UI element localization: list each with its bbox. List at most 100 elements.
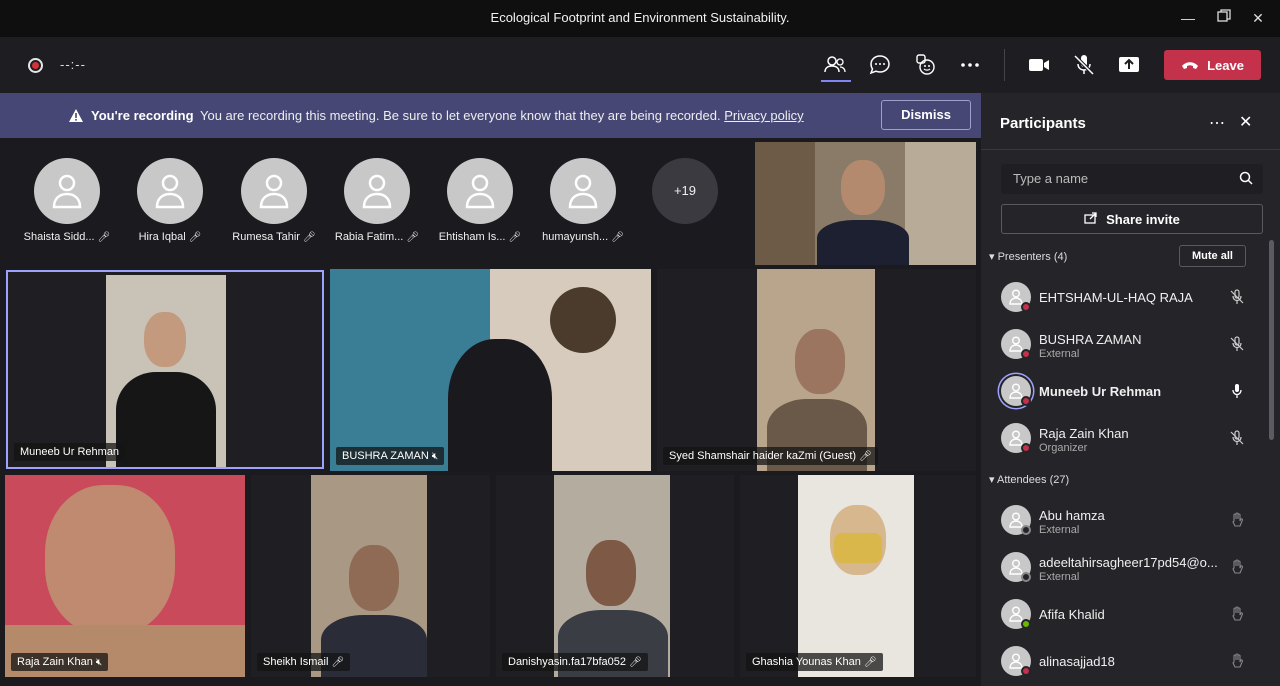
participant-role: External [1039, 524, 1080, 536]
participant-name: BUSHRA ZAMAN [1039, 332, 1142, 347]
video-tile[interactable]: Danishyasin.fa17bfa052 🎤︎ [496, 475, 734, 677]
video-person-body [116, 372, 216, 467]
panel-more-icon[interactable]: ⋯ [1209, 113, 1225, 133]
share-invite-button[interactable]: Share invite [1001, 204, 1263, 234]
meeting-toolbar: --:-- Leave [0, 37, 1280, 93]
window-title: Ecological Footprint and Environment Sus… [490, 10, 790, 25]
more-participants-button[interactable]: +19 [652, 158, 718, 224]
video-person [349, 545, 399, 611]
reactions-icon[interactable] [912, 52, 938, 78]
tile-name: BUSHRA ZAMAN 🔇︎ [336, 447, 445, 465]
recording-banner: You're recording You are recording this … [0, 93, 981, 138]
video-background [755, 142, 815, 265]
video-person [448, 339, 552, 471]
avatar-tile[interactable]: humayunsh... 🎤︎ [533, 158, 633, 248]
available-status-icon [1021, 619, 1031, 629]
tile-name: Sheikh Ismail 🎤︎ [257, 653, 351, 671]
panel-close-icon[interactable]: ✕ [1239, 112, 1252, 132]
minimize-icon[interactable]: — [1178, 8, 1198, 28]
hand-icon[interactable] [1229, 606, 1245, 627]
toolbar-divider [1004, 49, 1005, 81]
hand-icon[interactable] [1229, 512, 1245, 533]
mic-icon: 🎤︎ [611, 232, 624, 243]
participant-row[interactable]: Raja Zain Khan Organizer [999, 418, 1259, 458]
restore-icon[interactable] [1214, 8, 1234, 28]
hand-icon[interactable] [1229, 559, 1245, 580]
presenters-section-header[interactable]: ▾ Presenters (4) [989, 250, 1067, 263]
tile-name: Ghashia Younas Khan 🎤︎ [746, 653, 883, 671]
video-tile[interactable]: Muneeb Ur Rehman [6, 270, 324, 469]
participant-row[interactable]: EHTSHAM-UL-HAQ RAJA [999, 277, 1259, 317]
mic-icon: 🎤︎ [629, 657, 642, 668]
mic-off-icon[interactable] [1229, 289, 1245, 310]
avatar [241, 158, 307, 224]
avatar [344, 158, 410, 224]
offline-status-icon [1021, 525, 1031, 535]
hand-icon[interactable] [1229, 653, 1245, 674]
video-person [586, 540, 636, 606]
participants-icon[interactable] [822, 52, 848, 78]
dismiss-button[interactable]: Dismiss [881, 100, 971, 130]
participant-row[interactable]: alinasajjad18 [999, 641, 1259, 681]
busy-status-icon [1021, 396, 1031, 406]
banner-message: You are recording this meeting. Be sure … [200, 108, 804, 123]
video-tile[interactable]: Raja Zain Khan 🔇︎ [5, 475, 245, 677]
video-tile[interactable]: Syed Shamshair haider kaZmi (Guest) 🎤︎ [657, 269, 976, 471]
tile-name: Raja Zain Khan 🔇︎ [11, 653, 109, 671]
participant-name: EHTSHAM-UL-HAQ RAJA [1039, 290, 1193, 305]
person-icon [52, 174, 82, 209]
busy-status-icon [1021, 666, 1031, 676]
close-window-icon[interactable]: ✕ [1248, 8, 1268, 28]
video-tile[interactable]: Sheikh Ismail 🎤︎ [251, 475, 490, 677]
banner-text: You are recording this meeting. Be sure … [200, 108, 721, 123]
search-input[interactable]: Type a name [1001, 164, 1263, 194]
meeting-stage: Shaista Sidd... 🎤︎ Hira Iqbal 🎤︎ Rumesa … [0, 138, 981, 686]
participants-panel: Participants ⋯ ✕ Type a name Share invit… [981, 93, 1280, 686]
video-person [144, 312, 186, 367]
search-placeholder: Type a name [1013, 171, 1089, 186]
mic-icon: 🎤︎ [331, 657, 345, 668]
share-icon [1084, 211, 1098, 227]
camera-icon[interactable] [1026, 52, 1052, 78]
mic-icon[interactable] [1229, 383, 1245, 404]
participant-row[interactable]: adeeltahirsagheer17pd54@o... External [999, 547, 1259, 587]
mic-off-icon[interactable] [1071, 52, 1097, 78]
participant-row[interactable]: Abu hamza External [999, 500, 1259, 540]
participant-role: Organizer [1039, 442, 1088, 454]
mic-icon: 🎤︎ [188, 232, 202, 243]
more-actions-icon[interactable] [957, 52, 983, 78]
participant-row[interactable]: Afifa Khalid [999, 594, 1259, 634]
privacy-policy-link[interactable]: Privacy policy [724, 108, 803, 123]
leave-button[interactable]: Leave [1164, 50, 1261, 80]
participant-name: Afifa Khalid [1039, 607, 1105, 622]
self-video-tile[interactable] [755, 142, 976, 265]
mute-all-button[interactable]: Mute all [1179, 245, 1246, 267]
attendees-section-header[interactable]: ▾ Attendees (27) [989, 473, 1069, 486]
tile-name: Muneeb Ur Rehman [14, 443, 126, 461]
participant-row[interactable]: Muneeb Ur Rehman [999, 371, 1259, 411]
participant-row[interactable]: BUSHRA ZAMAN External [999, 324, 1259, 364]
avatar [447, 158, 513, 224]
panel-scrollbar[interactable] [1269, 240, 1274, 440]
share-screen-icon[interactable] [1116, 52, 1142, 78]
mic-icon: 🎤︎ [863, 657, 877, 668]
person-icon [155, 174, 185, 209]
avatar [34, 158, 100, 224]
video-tile[interactable]: Ghashia Younas Khan 🎤︎ [740, 475, 976, 677]
participant-role: External [1039, 348, 1080, 360]
participant-name: adeeltahirsagheer17pd54@o... [1039, 555, 1218, 570]
video-tile[interactable]: BUSHRA ZAMAN 🔇︎ [330, 269, 651, 471]
chat-icon[interactable] [867, 52, 893, 78]
mic-off-icon[interactable] [1229, 336, 1245, 357]
video-person [45, 485, 175, 635]
mic-off-icon[interactable] [1229, 430, 1245, 451]
warning-icon [68, 108, 84, 128]
person-icon [362, 174, 392, 209]
participant-name: Abu hamza [1039, 508, 1105, 523]
search-icon [1239, 171, 1253, 188]
mic-icon: 🎤︎ [859, 451, 872, 462]
avatar-name: humayunsh... 🎤︎ [542, 231, 624, 243]
video-person-body [817, 220, 909, 265]
participant-name: Raja Zain Khan [1039, 426, 1129, 441]
tile-name: Danishyasin.fa17bfa052 🎤︎ [502, 653, 648, 671]
